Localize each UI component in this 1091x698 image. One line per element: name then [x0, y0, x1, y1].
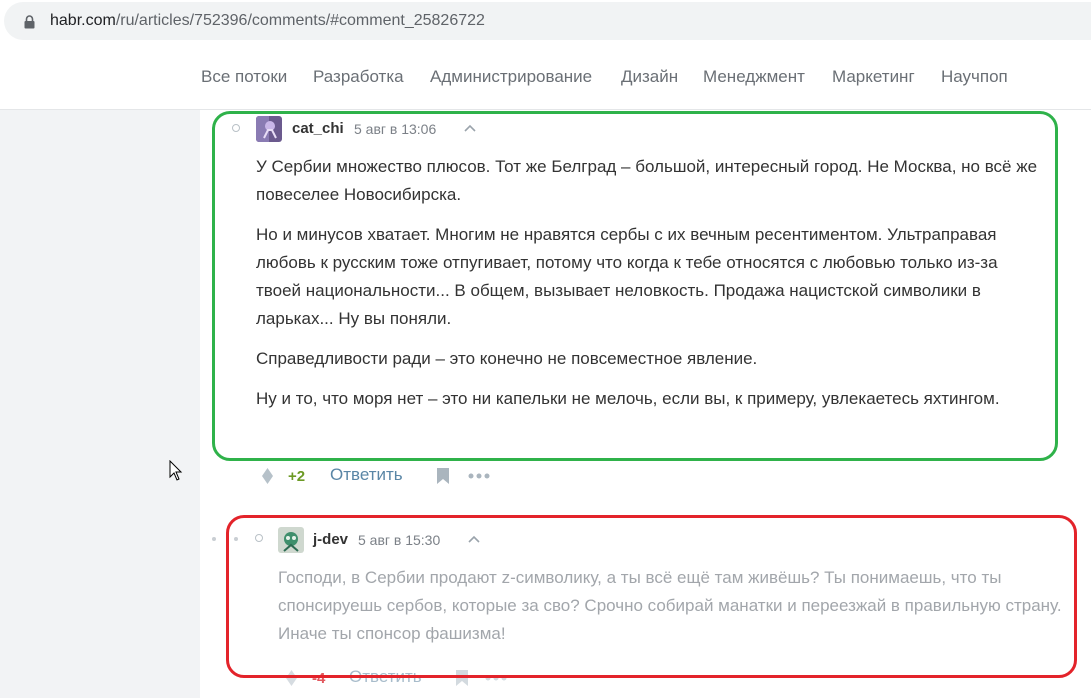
browser-address-bar: habr.com/ru/articles/752396/comments/#co… [0, 0, 1091, 42]
more-dots-icon[interactable] [468, 473, 490, 479]
nav-item-all-flows[interactable]: Все потоки [201, 67, 287, 87]
nav-item-marketing[interactable]: Маркетинг [832, 67, 915, 87]
highlight-frame-green [212, 111, 1058, 461]
thread-level-dot [212, 537, 216, 541]
url-path: /ru/articles/752396/comments/#comment_25… [115, 12, 485, 29]
url-field[interactable]: habr.com/ru/articles/752396/comments/#co… [4, 2, 1091, 40]
mouse-cursor-icon [169, 460, 183, 481]
nav-item-administration[interactable]: Администрирование [430, 67, 592, 87]
nav-item-development[interactable]: Разработка [313, 67, 404, 87]
nav-item-design[interactable]: Дизайн [621, 67, 678, 87]
reply-button[interactable]: Ответить [330, 465, 403, 485]
highlight-frame-red [226, 515, 1077, 678]
url-text[interactable]: habr.com/ru/articles/752396/comments/#co… [50, 12, 485, 30]
vote-score: +2 [288, 468, 306, 485]
nav-item-management[interactable]: Менеджмент [703, 67, 805, 87]
bookmark-icon[interactable] [436, 467, 450, 485]
vote-diamond-icon[interactable] [261, 467, 274, 485]
url-host: habr.com [50, 12, 116, 29]
lock-icon[interactable] [24, 15, 35, 29]
nav-item-popsci[interactable]: Научпоп [941, 67, 1008, 87]
hubs-navigation: Все потоки Разработка Администрирование … [0, 42, 1091, 110]
